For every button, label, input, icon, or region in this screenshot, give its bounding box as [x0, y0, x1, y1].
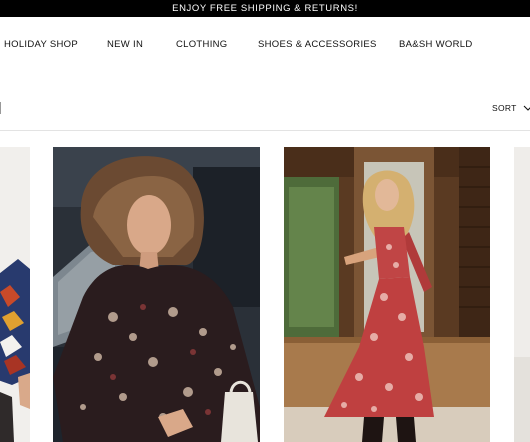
promo-banner[interactable]: ENJOY FREE SHIPPING & RETURNS! [0, 0, 530, 17]
nav-item-clothing[interactable]: CLOTHING [176, 39, 228, 50]
product-card[interactable] [284, 147, 490, 442]
sort-dropdown[interactable]: SORT [492, 101, 530, 115]
listing-toolbar: SORT [0, 94, 530, 122]
main-navigation: HOLIDAY SHOP NEW IN CLOTHING SHOES & ACC… [0, 17, 530, 73]
product-card[interactable] [0, 147, 30, 442]
promo-text: ENJOY FREE SHIPPING & RETURNS! [172, 3, 358, 14]
sort-label: SORT [492, 103, 517, 113]
product-image [514, 147, 530, 442]
product-grid [0, 147, 530, 442]
product-image [53, 147, 260, 442]
chevron-down-icon [523, 105, 530, 111]
toolbar-divider [0, 130, 530, 131]
nav-item-bash-world[interactable]: BA&SH WORLD [399, 39, 473, 50]
product-card[interactable] [514, 147, 530, 442]
filter-control-edge[interactable] [0, 102, 1, 114]
nav-item-holiday-shop[interactable]: HOLIDAY SHOP [4, 39, 78, 50]
nav-item-new-in[interactable]: NEW IN [107, 39, 143, 50]
product-image [284, 147, 490, 442]
nav-item-shoes-accessories[interactable]: SHOES & ACCESSORIES [258, 39, 377, 50]
product-image [0, 147, 30, 442]
product-card[interactable] [53, 147, 260, 442]
